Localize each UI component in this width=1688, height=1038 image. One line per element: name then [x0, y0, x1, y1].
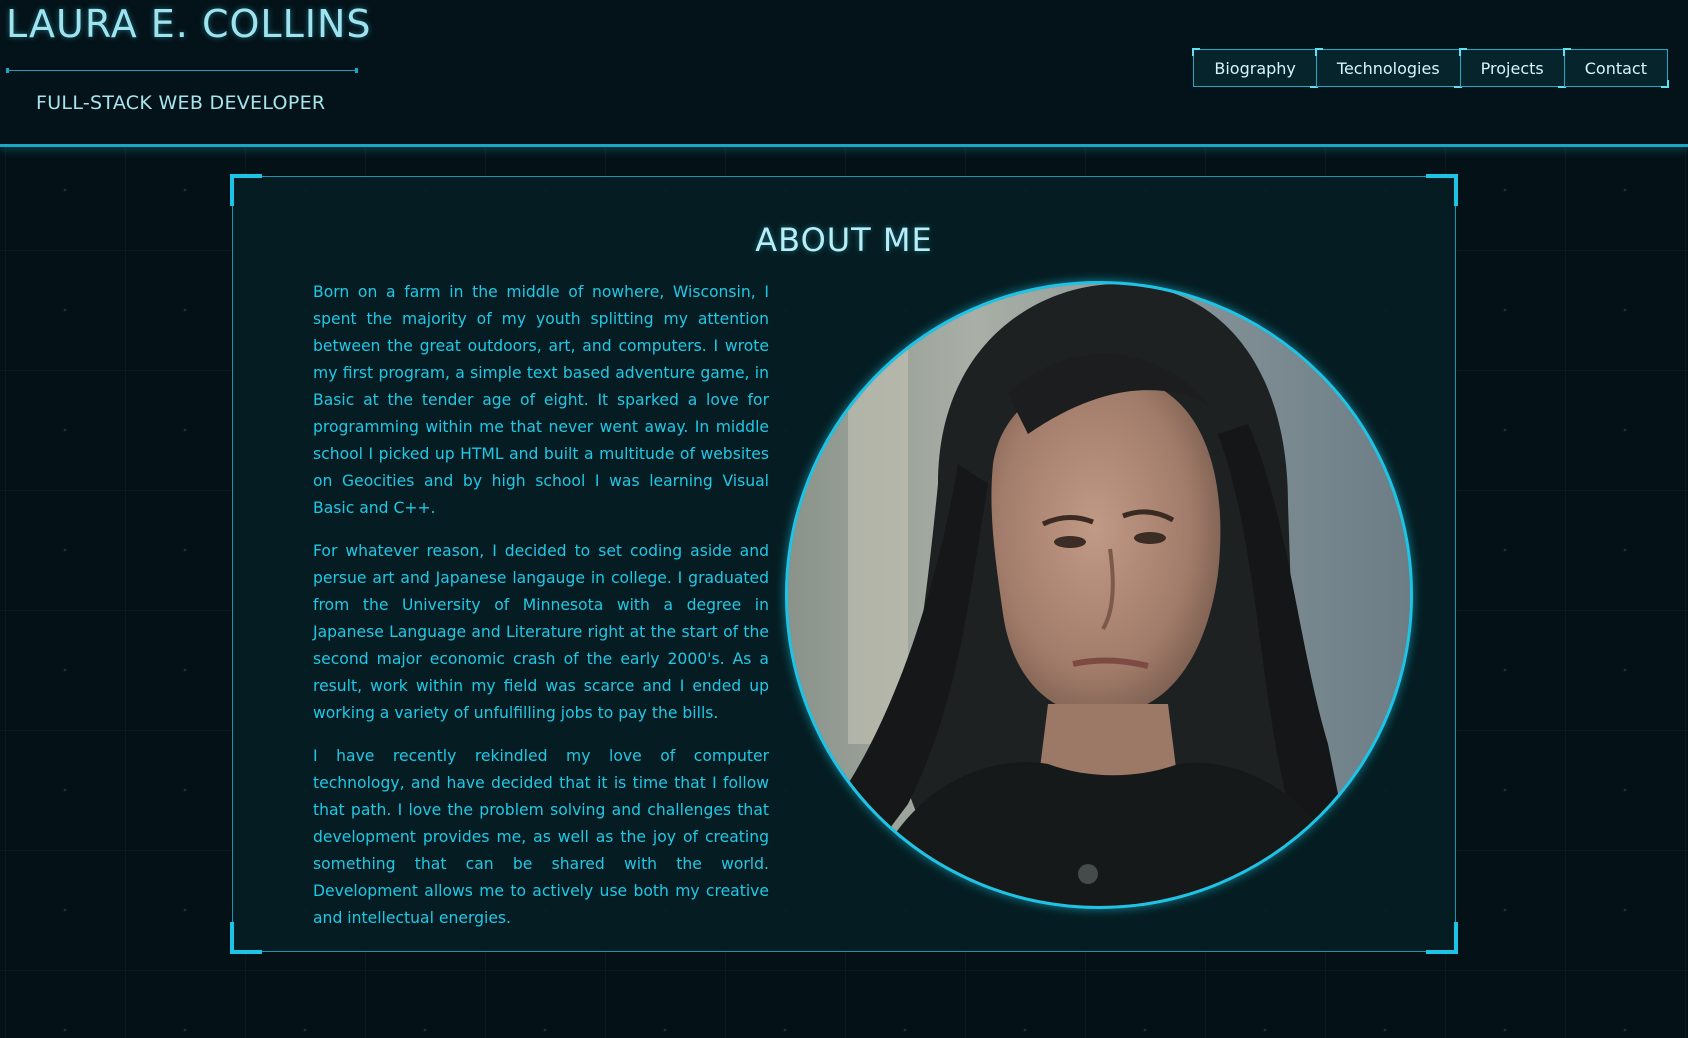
panel-corner	[1426, 174, 1458, 206]
bio-paragraph: I have recently rekindled my love of com…	[313, 747, 769, 927]
site-header: LAURA E. COLLINS FULL-STACK WEB DEVELOPE…	[0, 0, 1688, 147]
site-role: FULL-STACK WEB DEVELOPER	[36, 92, 326, 114]
bio-text: Born on a farm in the middle of nowhere,…	[313, 279, 769, 948]
nav-biography-button[interactable]: Biography	[1192, 48, 1318, 88]
about-panel: ABOUT ME Born on a farm in the middle of…	[230, 174, 1458, 954]
portrait-illustration	[788, 284, 1410, 906]
panel-corner	[230, 174, 262, 206]
panel-corner	[230, 922, 262, 954]
site-name: LAURA E. COLLINS	[6, 2, 372, 46]
name-divider	[6, 68, 358, 73]
nav-technologies-button[interactable]: Technologies	[1314, 48, 1462, 88]
panel-corner	[1426, 922, 1458, 954]
main-nav: Biography Technologies Projects Contact	[1192, 48, 1670, 88]
nav-contact-button[interactable]: Contact	[1562, 48, 1670, 88]
profile-photo	[785, 281, 1413, 909]
nav-projects-button[interactable]: Projects	[1458, 48, 1566, 88]
about-title: ABOUT ME	[755, 221, 933, 259]
bio-paragraph: For whatever reason, I decided to set co…	[313, 542, 769, 722]
bio-paragraph: Born on a farm in the middle of nowhere,…	[313, 283, 769, 517]
